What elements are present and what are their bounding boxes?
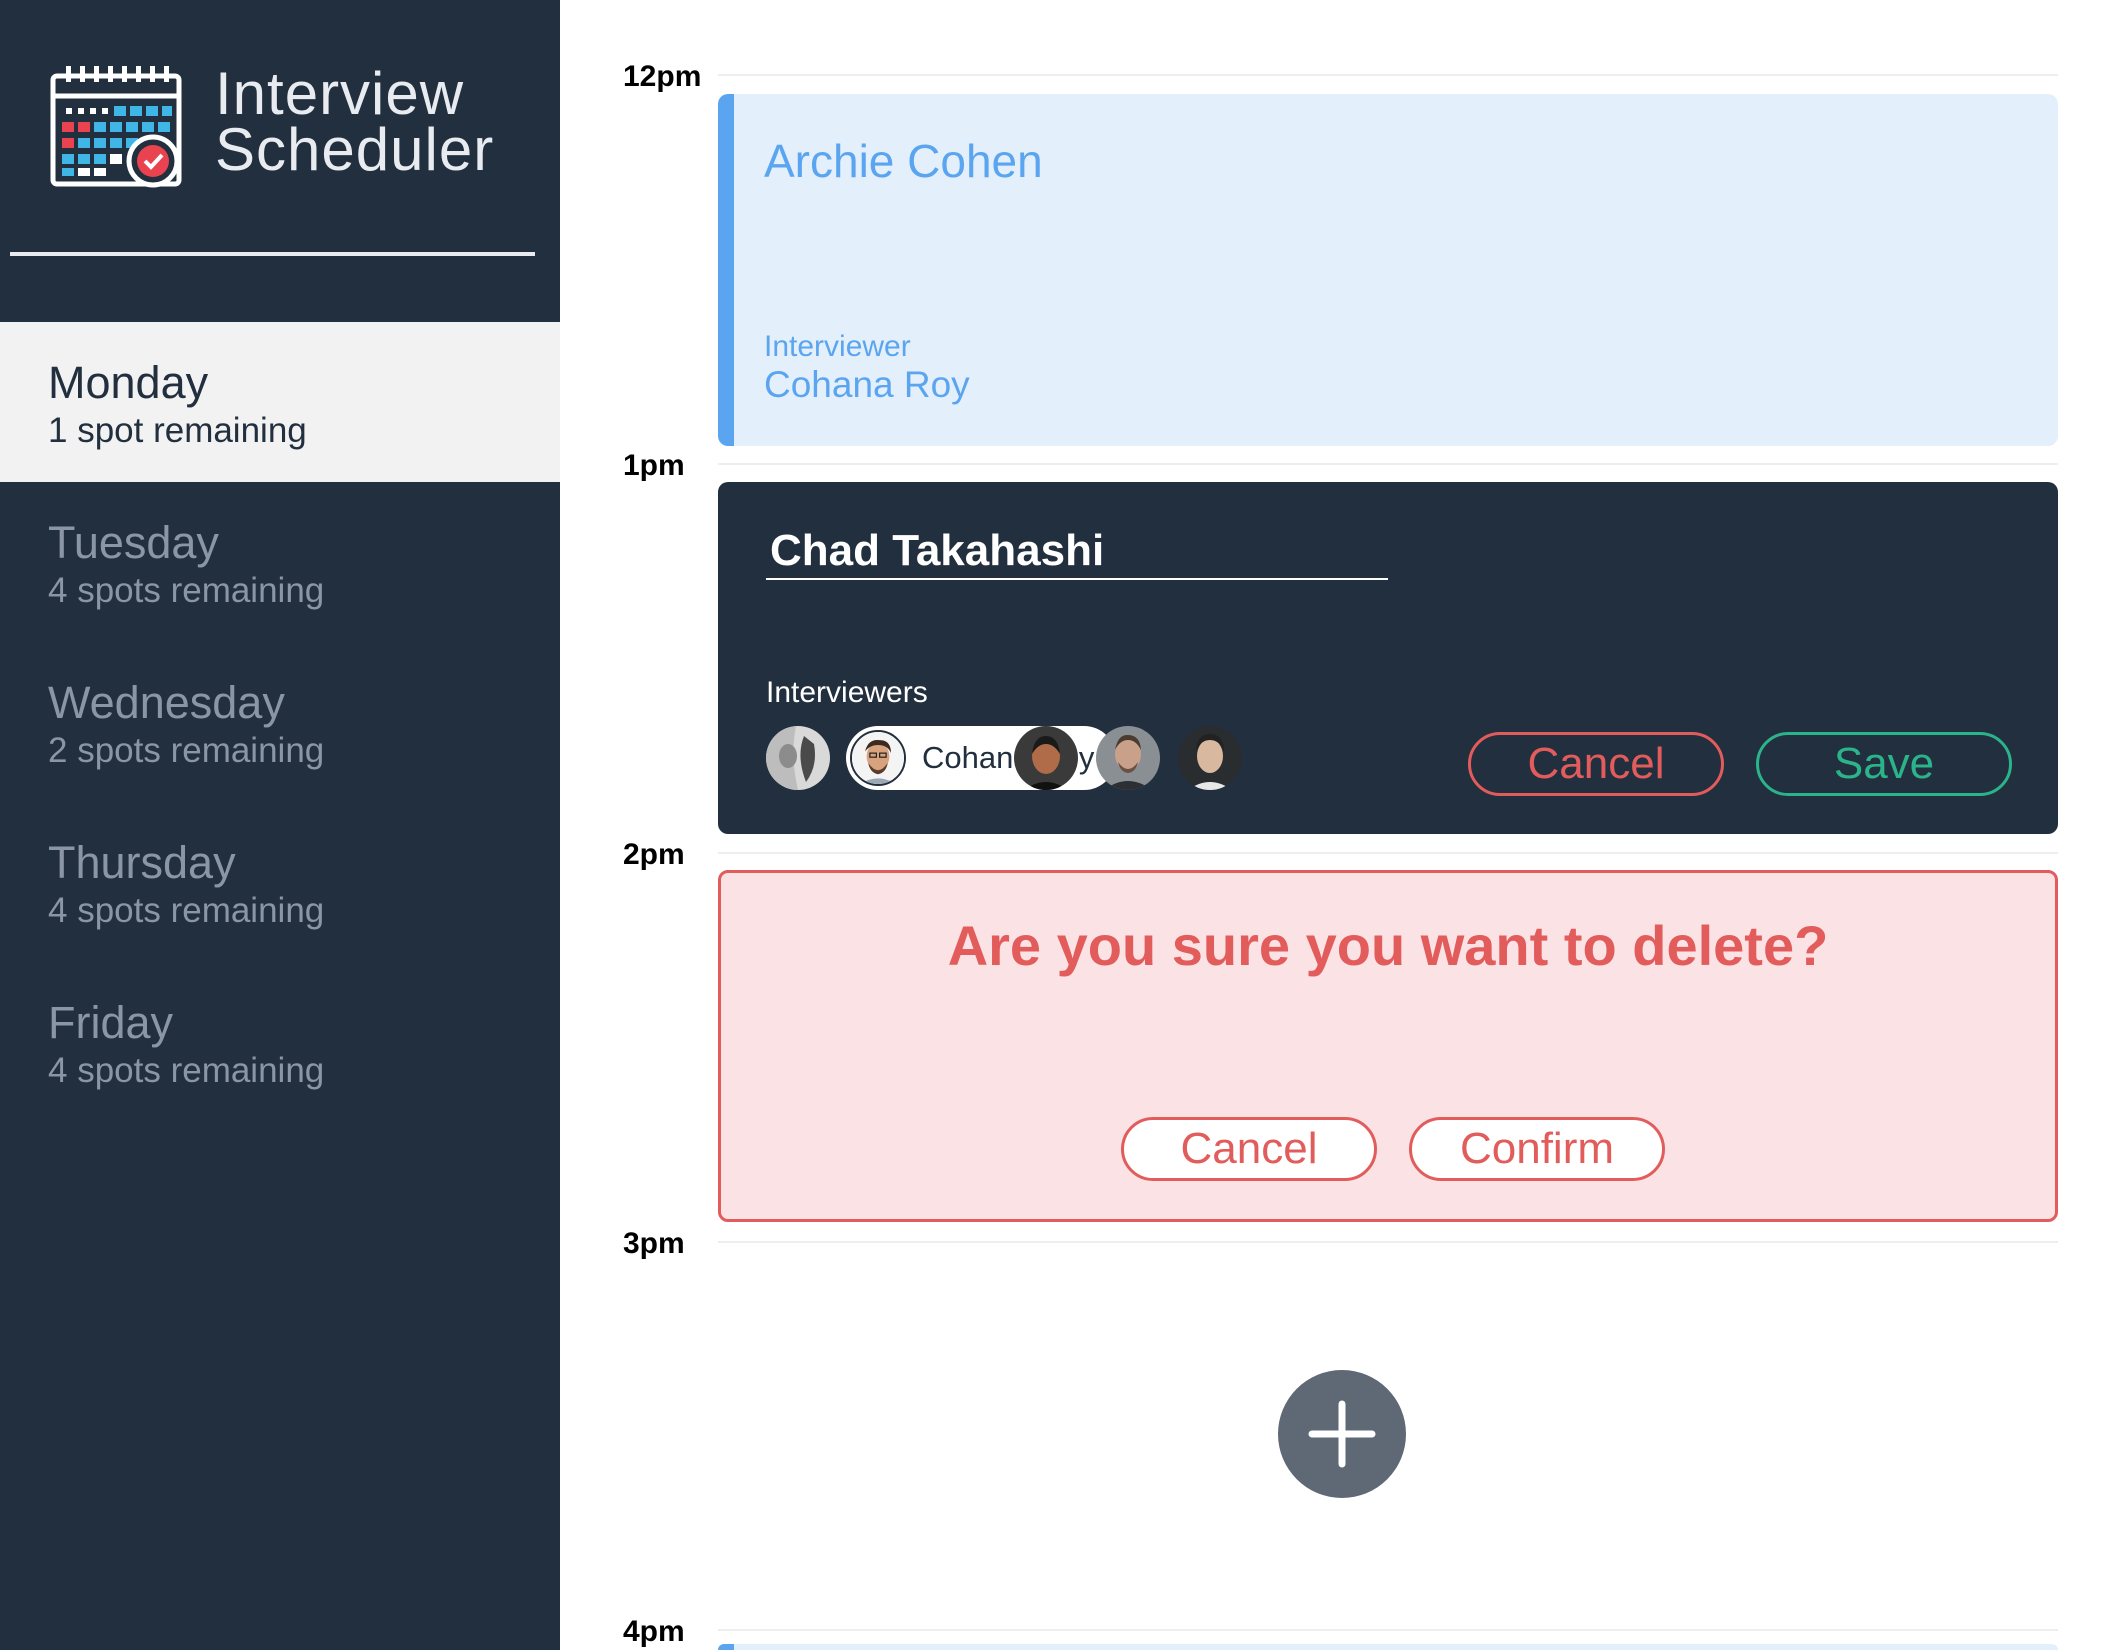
- app-title-line-1: Interview: [215, 60, 465, 127]
- app-title: Interview Scheduler: [215, 60, 495, 183]
- day-item-friday[interactable]: Friday 4 spots remaining: [0, 962, 560, 1122]
- save-button[interactable]: Save: [1756, 732, 2012, 796]
- cancel-delete-button[interactable]: Cancel: [1121, 1117, 1377, 1181]
- time-divider: [718, 852, 2058, 854]
- day-item-monday[interactable]: Monday 1 spot remaining: [0, 322, 560, 482]
- add-appointment-button[interactable]: [1278, 1370, 1406, 1498]
- day-spots: 2 spots remaining: [48, 731, 325, 770]
- interviewers-label: Interviewers: [766, 676, 928, 709]
- day-name: Tuesday: [48, 517, 219, 568]
- interviewer-avatar[interactable]: [1096, 726, 1160, 790]
- time-divider: [718, 1241, 2058, 1243]
- day-item-wednesday[interactable]: Wednesday 2 spots remaining: [0, 642, 560, 802]
- day-item-tuesday[interactable]: Tuesday 4 spots remaining: [0, 482, 560, 642]
- time-label-4pm: 4pm: [623, 1615, 685, 1648]
- time-divider: [718, 1629, 2058, 1631]
- student-name-input[interactable]: [766, 524, 1388, 580]
- time-label-3pm: 3pm: [623, 1227, 685, 1260]
- confirm-message: Are you sure you want to delete?: [947, 914, 1829, 977]
- day-name: Friday: [48, 997, 174, 1048]
- interviewer-avatar[interactable]: [1178, 726, 1242, 790]
- plus-icon: [1308, 1400, 1376, 1468]
- cancel-button[interactable]: Cancel: [1468, 732, 1724, 796]
- sidebar-divider: [10, 252, 535, 256]
- appointment-card[interactable]: Archie Cohen Interviewer Cohana Roy: [718, 94, 2058, 446]
- interviewer-avatar: [850, 730, 906, 786]
- interviewer-avatar[interactable]: [1014, 726, 1078, 790]
- day-name: Thursday: [48, 837, 236, 888]
- delete-confirmation: Are you sure you want to delete? Cancel …: [718, 870, 2058, 1222]
- calendar-check-icon: [50, 64, 182, 188]
- day-spots: 4 spots remaining: [48, 1051, 325, 1090]
- interviewer-label: Interviewer: [764, 330, 911, 363]
- day-spots: 1 spot remaining: [48, 411, 307, 450]
- confirm-delete-button[interactable]: Confirm: [1409, 1117, 1665, 1181]
- day-name: Wednesday: [48, 677, 285, 728]
- student-name: Archie Cohen: [764, 135, 1043, 187]
- interviewer-name: Cohana Roy: [764, 364, 970, 405]
- time-label-1pm: 1pm: [623, 449, 685, 482]
- day-spots: 4 spots remaining: [48, 571, 325, 610]
- day-list: Monday 1 spot remaining Tuesday 4 spots …: [0, 322, 560, 1122]
- appointment-form: Interviewers Cohana Roy Cancel Save: [718, 482, 2058, 834]
- day-name: Monday: [48, 357, 209, 408]
- app-title-line-2: Scheduler: [215, 116, 495, 183]
- time-divider: [718, 74, 2058, 76]
- time-divider: [718, 463, 2058, 465]
- sidebar: Interview Scheduler Monday 1 spot remain…: [0, 0, 560, 1650]
- time-label-2pm: 2pm: [623, 838, 685, 871]
- day-item-thursday[interactable]: Thursday 4 spots remaining: [0, 802, 560, 962]
- appointment-card-next[interactable]: [718, 1644, 2058, 1650]
- time-label-12pm: 12pm: [623, 60, 702, 93]
- interviewer-avatar[interactable]: [766, 726, 830, 790]
- day-spots: 4 spots remaining: [48, 891, 325, 930]
